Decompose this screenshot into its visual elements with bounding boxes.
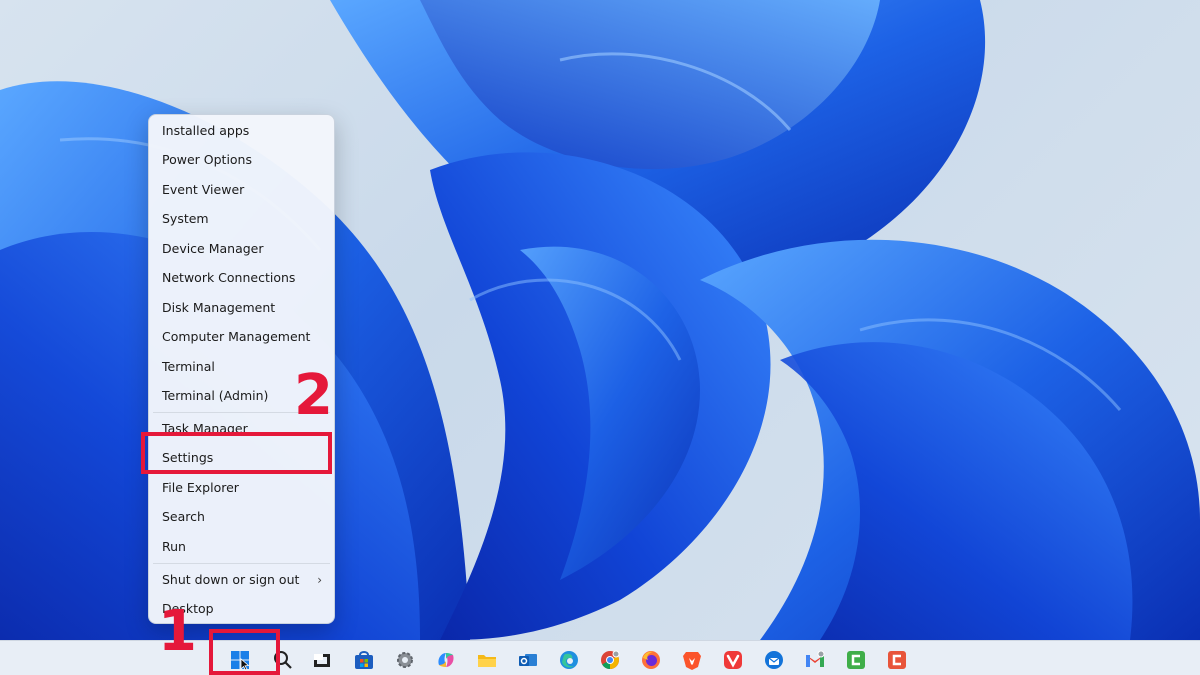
annotation-box-settings bbox=[141, 432, 332, 474]
red-c-app-icon[interactable] bbox=[886, 649, 908, 671]
menu-item-computer-management[interactable]: Computer Management bbox=[149, 323, 334, 351]
annotation-step-1: 1 bbox=[158, 599, 197, 664]
menu-item-power-options[interactable]: Power Options bbox=[149, 146, 334, 174]
menu-item-system[interactable]: System bbox=[149, 205, 334, 233]
menu-item-shut-down-label: Shut down or sign out bbox=[162, 572, 300, 587]
edge-icon[interactable] bbox=[558, 649, 580, 671]
annotation-box-start bbox=[209, 629, 280, 675]
annotation-step-2: 2 bbox=[294, 363, 333, 428]
settings-gear-icon[interactable] bbox=[394, 649, 416, 671]
green-c-app-icon[interactable] bbox=[845, 649, 867, 671]
file-explorer-icon[interactable] bbox=[476, 649, 498, 671]
menu-item-disk-management[interactable]: Disk Management bbox=[149, 294, 334, 322]
vivaldi-icon[interactable] bbox=[722, 649, 744, 671]
chevron-right-icon: › bbox=[317, 573, 322, 587]
microsoft-store-icon[interactable] bbox=[353, 649, 375, 671]
chrome-icon[interactable] bbox=[599, 649, 621, 671]
menu-item-file-explorer[interactable]: File Explorer bbox=[149, 474, 334, 502]
outlook-icon[interactable] bbox=[517, 649, 539, 671]
gmail-icon[interactable] bbox=[804, 649, 826, 671]
brave-icon[interactable] bbox=[681, 649, 703, 671]
menu-item-shut-down[interactable]: Shut down or sign out › bbox=[149, 566, 334, 594]
menu-item-search[interactable]: Search bbox=[149, 503, 334, 531]
desktop-screen: Installed apps Power Options Event Viewe… bbox=[0, 0, 1200, 675]
menu-separator bbox=[153, 563, 330, 564]
menu-item-run[interactable]: Run bbox=[149, 533, 334, 561]
menu-item-event-viewer[interactable]: Event Viewer bbox=[149, 176, 334, 204]
firefox-icon[interactable] bbox=[640, 649, 662, 671]
menu-item-device-manager[interactable]: Device Manager bbox=[149, 235, 334, 263]
task-view-icon[interactable] bbox=[311, 649, 333, 671]
menu-item-installed-apps[interactable]: Installed apps bbox=[149, 117, 334, 145]
menu-item-network-connections[interactable]: Network Connections bbox=[149, 264, 334, 292]
thunderbird-icon[interactable] bbox=[763, 649, 785, 671]
copilot-icon[interactable] bbox=[435, 649, 457, 671]
